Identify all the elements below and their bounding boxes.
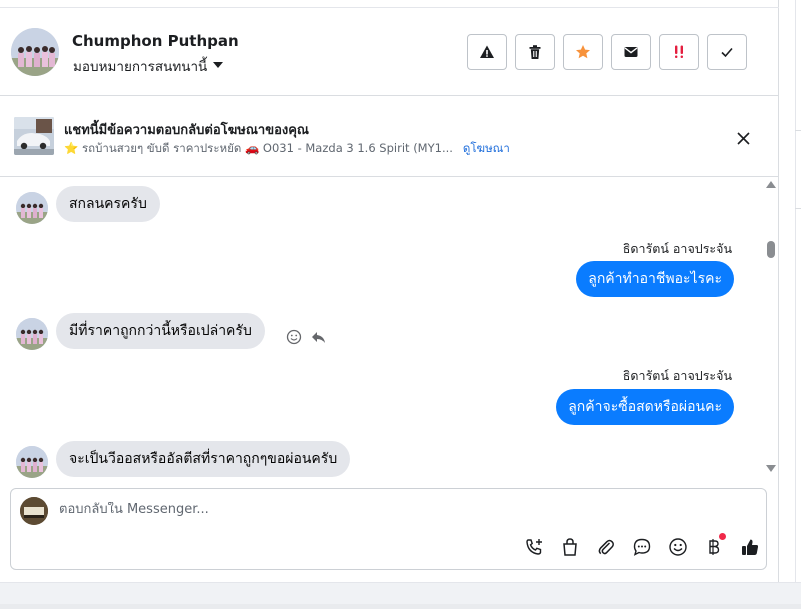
- report-button[interactable]: [467, 34, 507, 70]
- shopping-bag-icon: [563, 538, 577, 556]
- contact-name: Chumphon Puthpan: [72, 32, 239, 50]
- edge-line: [795, 0, 796, 582]
- emoji-icon: [669, 538, 687, 556]
- conversation-header: Chumphon Puthpan มอบหมายการสนทนานี้: [0, 8, 779, 96]
- outgoing-message[interactable]: ลูกค้าทำอาชีพอะไรคะ: [576, 261, 734, 297]
- trash-icon: [529, 45, 541, 59]
- saved-replies-button[interactable]: [624, 535, 660, 559]
- edge-tick: [795, 208, 801, 209]
- scrollbar-thumb[interactable]: [767, 241, 775, 258]
- warning-icon: [480, 45, 494, 58]
- attach-button[interactable]: [588, 535, 624, 559]
- star-icon: [576, 45, 590, 59]
- bottom-shadow: [0, 604, 801, 609]
- outgoing-message[interactable]: ลูกค้าจะซื้อสดหรือผ่อนคะ: [556, 389, 734, 425]
- incoming-message[interactable]: มีที่ราคาถูกกว่านี้หรือเปล่าครับ: [56, 313, 265, 349]
- contact-avatar-small[interactable]: [16, 446, 48, 478]
- paperclip-icon: [598, 539, 614, 555]
- ad-thumbnail[interactable]: [14, 117, 54, 155]
- delete-button[interactable]: [515, 34, 555, 70]
- react-emoji-icon[interactable]: [286, 329, 302, 349]
- shop-button[interactable]: [552, 535, 588, 559]
- ad-description: ⭐ รถบ้านสวยๆ ขับดี ราคาประหยัด 🚗 O031 - …: [64, 141, 453, 155]
- caret-down-icon: [213, 62, 224, 68]
- contact-avatar[interactable]: [11, 28, 59, 76]
- scroll-down-arrow[interactable]: [766, 465, 776, 472]
- payment-button[interactable]: [696, 533, 732, 559]
- composer-toolbar: [516, 533, 768, 559]
- ad-banner-title: แชทนี้มีข้อความตอบกลับต่อโฆษณาของคุณ: [64, 123, 309, 138]
- call-button[interactable]: [516, 535, 552, 559]
- message-actions: [286, 329, 326, 349]
- conversation-panel: Chumphon Puthpan มอบหมายการสนทนานี้ แชทน…: [0, 0, 779, 582]
- emoji-button[interactable]: [660, 535, 696, 559]
- notification-dot: [719, 533, 726, 540]
- reply-input[interactable]: [59, 502, 659, 517]
- contact-avatar-small[interactable]: [16, 318, 48, 350]
- message-sender: ธิดารัตน์ อาจประจัน: [622, 241, 732, 256]
- ad-reply-banner: แชทนี้มีข้อความตอบกลับต่อโฆษณาของคุณ ⭐ ร…: [0, 97, 779, 177]
- view-ad-link[interactable]: ดูโฆษณา: [463, 140, 510, 158]
- bottom-strip: [0, 582, 801, 609]
- reply-icon[interactable]: [310, 329, 326, 349]
- spam-button[interactable]: [659, 34, 699, 70]
- contact-avatar-small[interactable]: [16, 192, 48, 224]
- page-avatar: [20, 497, 48, 525]
- baht-icon: [709, 539, 720, 555]
- message-sender: ธิดารัตน์ อาจประจัน: [622, 368, 732, 383]
- exclamation-icon: [675, 45, 683, 58]
- phone-add-icon: [526, 539, 542, 555]
- incoming-message[interactable]: จะเป็นวีออสหรืออัลตีสที่ราคาถูกๆขอผ่อนคร…: [56, 441, 351, 477]
- done-button[interactable]: [707, 34, 747, 70]
- envelope-icon: [624, 47, 638, 57]
- thumbs-up-icon: [742, 539, 759, 555]
- chat-bubble-icon: [633, 538, 651, 556]
- edge-tick: [795, 130, 801, 131]
- checkmark-icon: [721, 47, 733, 58]
- right-edge: [779, 0, 801, 582]
- incoming-message[interactable]: สกลนครครับ: [56, 186, 160, 222]
- ad-banner-subtitle: ⭐ รถบ้านสวยๆ ขับดี ราคาประหยัด 🚗 O031 - …: [64, 140, 510, 158]
- close-icon: [736, 131, 750, 145]
- scroll-up-arrow[interactable]: [766, 181, 776, 188]
- header-actions: [467, 34, 747, 70]
- reply-composer: [10, 488, 767, 570]
- like-button[interactable]: [732, 535, 768, 559]
- mark-unread-button[interactable]: [611, 34, 651, 70]
- assign-conversation-dropdown[interactable]: มอบหมายการสนทนานี้: [73, 55, 224, 77]
- message-list[interactable]: สกลนครครับ ธิดารัตน์ อาจประจัน ลูกค้าทำอ…: [0, 178, 765, 478]
- close-banner-button[interactable]: [731, 126, 755, 150]
- star-button[interactable]: [563, 34, 603, 70]
- assign-label: มอบหมายการสนทนานี้: [73, 59, 208, 75]
